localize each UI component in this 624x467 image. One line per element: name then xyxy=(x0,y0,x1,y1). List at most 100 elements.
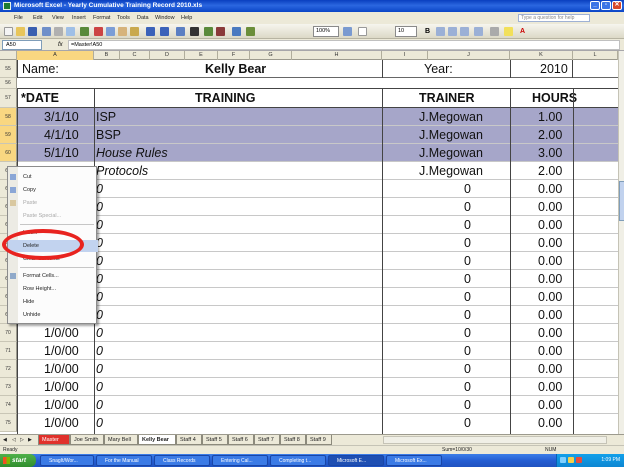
date-cell[interactable]: 4/1/10 xyxy=(44,126,79,144)
tab-kelly-bear[interactable]: Kelly Bear xyxy=(138,435,176,445)
row-header[interactable]: 72 xyxy=(0,360,17,378)
hours-cell[interactable]: 0.00 xyxy=(538,414,562,432)
help-search-input[interactable]: Type a question for help xyxy=(518,14,590,22)
hours-cell[interactable]: 0.00 xyxy=(538,252,562,270)
trainer-cell[interactable]: J.Megowan xyxy=(419,144,483,162)
save-icon[interactable] xyxy=(28,27,37,36)
trainer-cell[interactable]: 0 xyxy=(464,216,471,234)
borders-icon[interactable] xyxy=(490,27,499,36)
last-sheet-icon[interactable]: ▶ xyxy=(28,437,32,443)
hours-cell[interactable]: 2.00 xyxy=(538,162,562,180)
hours-cell[interactable]: 0.00 xyxy=(538,342,562,360)
tab-master[interactable]: Master xyxy=(38,435,70,445)
date-cell[interactable]: 1/0/00 xyxy=(44,342,79,360)
training-cell[interactable]: ISP xyxy=(96,108,116,126)
tab-mary-bell[interactable]: Mary Bell xyxy=(104,435,138,445)
trainer-cell[interactable]: 0 xyxy=(464,414,471,432)
training-cell[interactable]: 0 xyxy=(96,360,103,378)
taskbar-item[interactable]: Completing t... xyxy=(270,455,326,466)
trainer-cell[interactable]: 0 xyxy=(464,324,471,342)
taskbar-item[interactable]: Microsoft E... xyxy=(328,455,384,466)
date-cell[interactable]: 1/0/00 xyxy=(44,360,79,378)
trainer-cell[interactable]: 0 xyxy=(464,288,471,306)
hours-cell[interactable]: 0.00 xyxy=(538,198,562,216)
formula-input[interactable]: =Master!A50 xyxy=(68,40,620,50)
start-button[interactable]: start xyxy=(0,454,36,467)
training-column-header[interactable]: TRAINING xyxy=(195,89,255,108)
training-cell[interactable]: House Rules xyxy=(96,144,168,162)
trainer-cell[interactable]: 0 xyxy=(464,270,471,288)
menu-item-paste-special[interactable]: Paste Special... xyxy=(8,210,98,222)
trainer-cell[interactable]: 0 xyxy=(464,252,471,270)
new-icon[interactable] xyxy=(4,27,13,36)
date-cell[interactable]: 1/0/00 xyxy=(44,324,79,342)
name-box[interactable]: A50 xyxy=(2,40,42,50)
fill-color-icon[interactable] xyxy=(504,27,513,36)
fx-label[interactable]: fx xyxy=(58,39,63,51)
date-cell[interactable]: 3/1/10 xyxy=(44,108,79,126)
permission-icon[interactable] xyxy=(42,27,51,36)
help-icon[interactable] xyxy=(343,27,352,36)
date-cell[interactable]: 1/0/00 xyxy=(44,378,79,396)
name-label[interactable]: Name: xyxy=(22,60,59,78)
hours-cell[interactable]: 0.00 xyxy=(538,180,562,198)
font-color-icon[interactable]: A xyxy=(518,27,527,36)
menu-item-paste[interactable]: Paste xyxy=(8,197,98,209)
tab-staff-4[interactable]: Staff 4 xyxy=(176,435,202,445)
paste-icon[interactable] xyxy=(118,27,127,36)
menu-window[interactable]: Window xyxy=(155,12,175,24)
menu-edit[interactable]: Edit xyxy=(33,12,42,24)
trainer-cell[interactable]: 0 xyxy=(464,198,471,216)
column-header-g[interactable]: G xyxy=(250,51,292,60)
trainer-cell[interactable]: J.Megowan xyxy=(419,126,483,144)
merge-center-icon[interactable] xyxy=(474,27,483,36)
sort-ascending-icon[interactable] xyxy=(204,27,213,36)
row-header[interactable]: 74 xyxy=(0,396,17,414)
redo-icon[interactable] xyxy=(160,27,169,36)
hours-cell[interactable]: 0.00 xyxy=(538,378,562,396)
hours-cell[interactable]: 0.00 xyxy=(538,360,562,378)
taskbar-item[interactable]: For the Manual xyxy=(96,455,152,466)
column-header-b[interactable]: B xyxy=(94,51,120,60)
row-header[interactable]: 57 xyxy=(0,89,17,108)
minimize-button[interactable]: _ xyxy=(590,1,600,10)
antivirus-icon[interactable] xyxy=(576,457,582,463)
menu-data[interactable]: Data xyxy=(137,12,149,24)
tab-staff-8[interactable]: Staff 8 xyxy=(280,435,306,445)
trainer-cell[interactable]: 0 xyxy=(464,360,471,378)
hyperlink-icon[interactable] xyxy=(176,27,185,36)
font-name-select[interactable] xyxy=(358,27,367,36)
training-cell[interactable]: Protocols xyxy=(96,162,148,180)
hours-cell[interactable]: 3.00 xyxy=(538,144,562,162)
row-header[interactable]: 59 xyxy=(0,126,17,144)
employee-name[interactable]: Kelly Bear xyxy=(205,60,266,78)
column-header-j[interactable]: J xyxy=(428,51,510,60)
row-header[interactable]: 60 xyxy=(0,144,17,162)
training-cell[interactable]: 0 xyxy=(96,342,103,360)
format-painter-icon[interactable] xyxy=(130,27,139,36)
tab-joe-smith[interactable]: Joe Smith xyxy=(70,435,104,445)
spelling-icon[interactable] xyxy=(80,27,89,36)
bold-icon[interactable]: B xyxy=(423,27,432,36)
trainer-cell[interactable]: 0 xyxy=(464,378,471,396)
year-label[interactable]: Year: xyxy=(424,60,453,78)
hours-cell[interactable]: 1.00 xyxy=(538,108,562,126)
scroll-thumb[interactable] xyxy=(619,181,624,221)
taskbar-item[interactable]: Entering Cal... xyxy=(212,455,268,466)
training-cell[interactable]: 0 xyxy=(96,414,103,432)
date-column-header[interactable]: *DATE xyxy=(21,89,59,108)
network-icon[interactable] xyxy=(560,457,566,463)
hours-cell[interactable]: 0.00 xyxy=(538,216,562,234)
trainer-cell[interactable]: 0 xyxy=(464,234,471,252)
tab-staff-7[interactable]: Staff 7 xyxy=(254,435,280,445)
font-size-select[interactable]: 10 xyxy=(395,26,417,37)
print-preview-icon[interactable] xyxy=(66,27,75,36)
align-right-icon[interactable] xyxy=(460,27,469,36)
year-value[interactable]: 2010 xyxy=(540,60,568,78)
trainer-cell[interactable]: 0 xyxy=(464,396,471,414)
maximize-button[interactable]: ▫ xyxy=(601,1,611,10)
first-sheet-icon[interactable]: ◀ xyxy=(3,437,7,443)
security-icon[interactable] xyxy=(568,457,574,463)
autosum-icon[interactable] xyxy=(190,27,199,36)
hours-column-header[interactable]: HOURS xyxy=(532,89,577,108)
